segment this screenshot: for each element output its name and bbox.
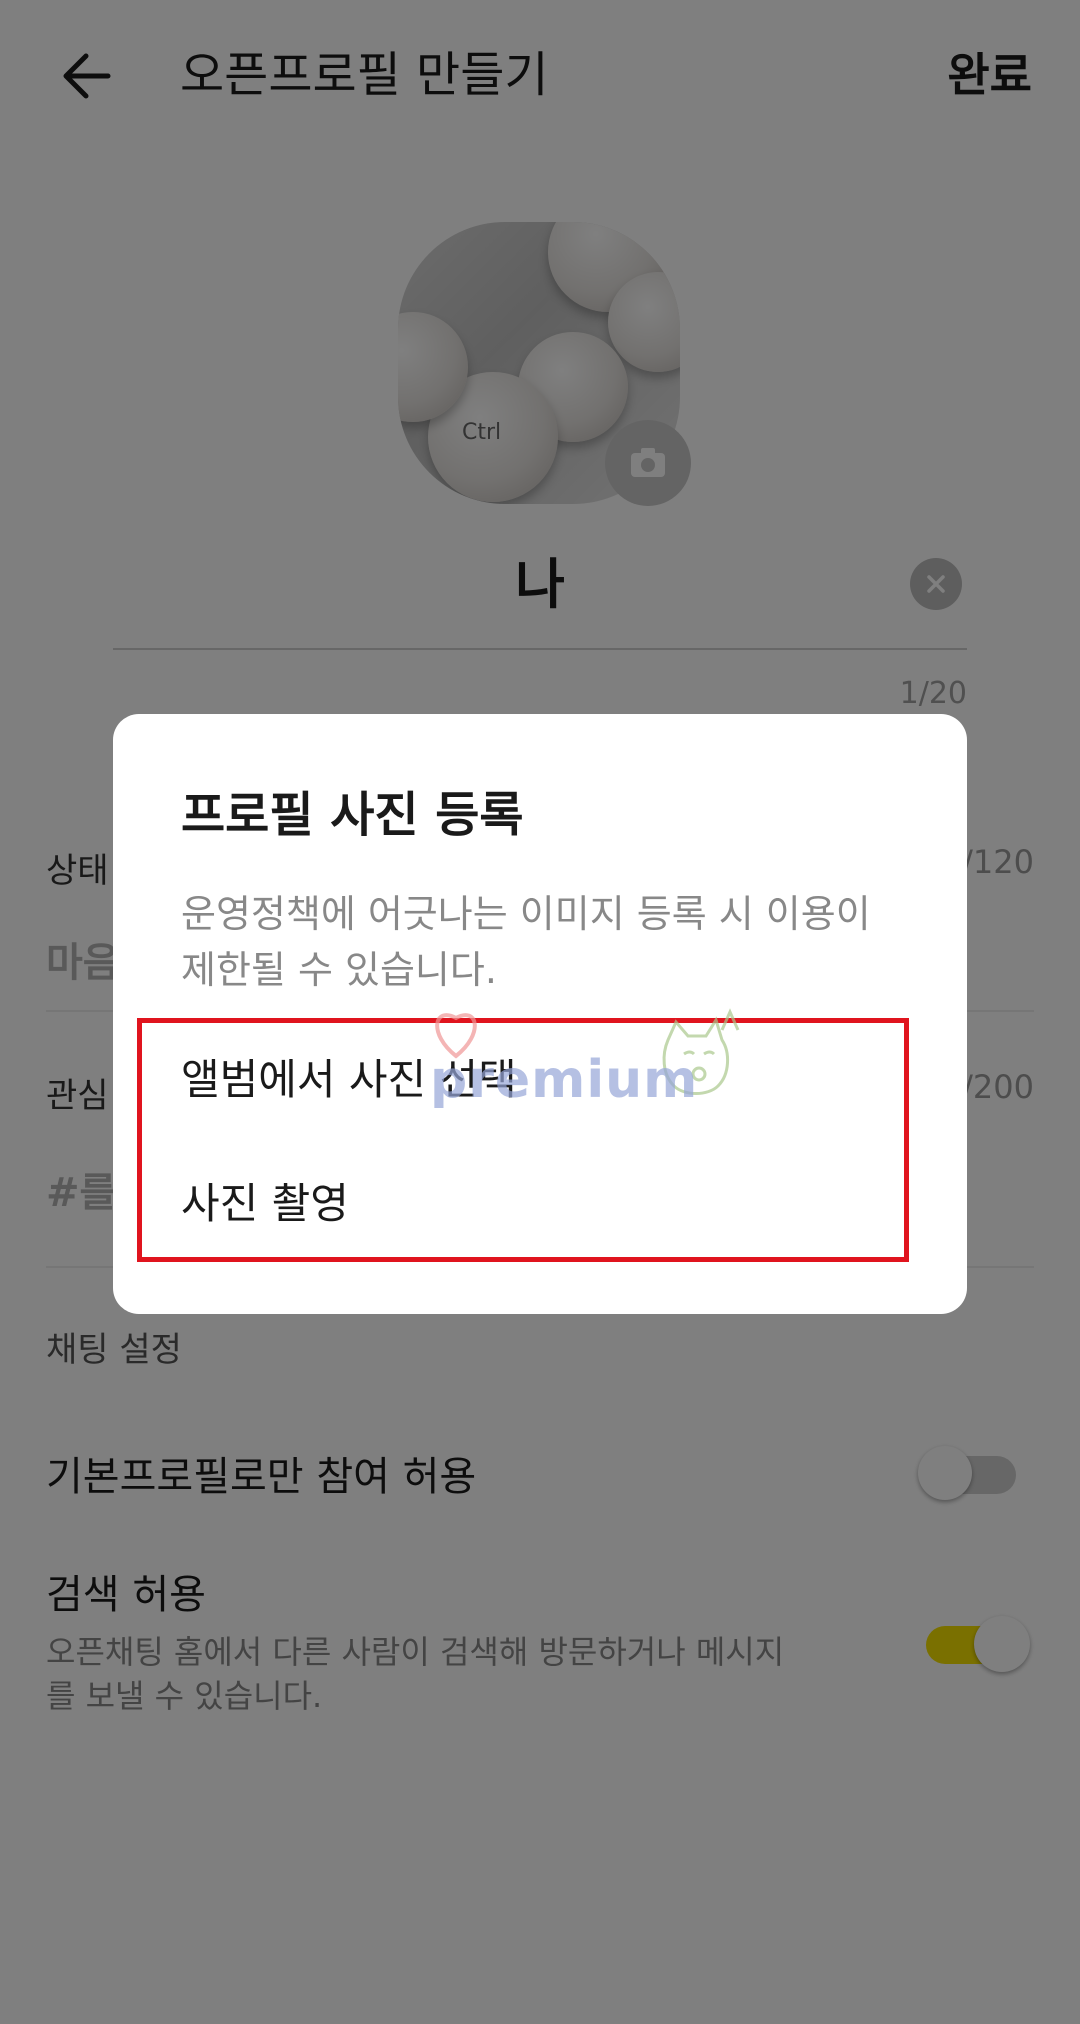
open-profile-screen: 오픈프로필 만들기 완료 Ctrl 나 1/20 상태 /120 마음 관심 /… (0, 0, 1080, 2024)
premium-watermark: premium (418, 1000, 748, 1130)
dialog-message: 운영정책에 어긋나는 이미지 등록 시 이용이 제한될 수 있습니다. (181, 892, 871, 992)
watermark-text: premium (430, 1050, 699, 1110)
dialog-title: 프로필 사진 등록 (181, 787, 524, 843)
